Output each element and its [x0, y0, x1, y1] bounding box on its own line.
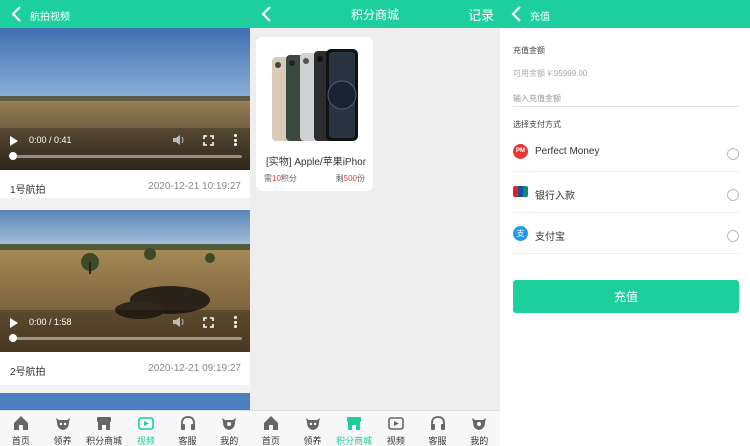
- payment-option-label: 银行入款: [535, 191, 575, 202]
- product-name: [实物] Apple/苹果iPhone 11 Pro: [266, 157, 366, 168]
- video-player[interactable]: 0:00 / 0:41: [0, 28, 250, 170]
- unionpay-icon: [513, 186, 528, 197]
- progress-track[interactable]: [12, 337, 242, 340]
- page-title: 积分商城: [350, 8, 399, 22]
- top-bar: 积分商城 记录: [250, 0, 500, 28]
- radio-button[interactable]: [727, 148, 739, 160]
- video-controls: 0:00 / 1:58: [0, 210, 250, 352]
- points-mall-screen: 积分商城 记录 [实物] Apple/苹果iPhone 11 Pro 需10积分…: [250, 0, 500, 446]
- tab-profile[interactable]: 我的: [208, 411, 250, 446]
- tab-label: 客服: [178, 436, 197, 446]
- tab-home[interactable]: 首页: [0, 411, 42, 446]
- tab-video[interactable]: 视频: [125, 411, 167, 446]
- tab-cow[interactable]: 领养: [42, 411, 84, 446]
- radio-button[interactable]: [727, 230, 739, 242]
- video-player[interactable]: 0:00 / 1:58: [0, 210, 250, 352]
- tab-label: 领养: [303, 436, 322, 446]
- tab-profile[interactable]: 我的: [458, 411, 500, 446]
- tab-store[interactable]: 积分商城: [83, 411, 125, 446]
- tab-store[interactable]: 积分商城: [333, 411, 375, 446]
- video-time: 0:00 / 1:58: [29, 317, 72, 327]
- store-icon: [347, 417, 362, 430]
- top-bar: 航拍视频: [0, 0, 250, 28]
- headset-icon: [430, 416, 445, 430]
- amount-input[interactable]: [513, 90, 739, 107]
- payment-option-bank[interactable]: 银行入款: [513, 173, 739, 213]
- profile-icon: [222, 418, 237, 430]
- tab-label: 积分商城: [336, 436, 373, 446]
- page-title: 航拍视频: [30, 12, 70, 23]
- recharge-screen: 充值 充值金额 可用余额 ¥ 95999.00 选择支付方式 PM Perfec…: [500, 0, 750, 446]
- tab-bar: 首页 领养 积分商城 视频 客服 我的: [0, 410, 250, 446]
- headset-icon: [180, 416, 195, 430]
- tab-label: 首页: [11, 436, 30, 446]
- fullscreen-icon[interactable]: [203, 317, 214, 328]
- product-card[interactable]: [实物] Apple/苹果iPhone 11 Pro 需10积分 剩500份: [256, 37, 373, 191]
- tab-label: 首页: [261, 436, 280, 446]
- more-options-icon[interactable]: [234, 134, 238, 147]
- video-date: 2020-12-21 09:19:27: [148, 363, 241, 374]
- video-card: 0:00 / 0:41 1号航拍 2020-12-21 10:19:27: [0, 28, 250, 198]
- chevron-left-icon: [511, 6, 521, 22]
- tab-video[interactable]: 视频: [375, 411, 417, 446]
- cow-icon: [55, 418, 70, 430]
- payment-method-label: 选择支付方式: [513, 120, 561, 129]
- play-icon[interactable]: [10, 318, 18, 328]
- tab-label: 我的: [470, 436, 489, 446]
- profile-icon: [472, 418, 487, 430]
- payment-option-perfect-money[interactable]: PM Perfect Money: [513, 132, 739, 172]
- home-icon: [13, 416, 28, 430]
- records-button[interactable]: 记录: [468, 5, 494, 24]
- aerial-video-screen: 航拍视频 0:00 / 0:41 1号航拍 2020-12-21 10:19:2…: [0, 0, 250, 446]
- tab-label: 视频: [386, 436, 405, 446]
- play-icon[interactable]: [10, 136, 18, 146]
- video-card: 0:00 / 1:58 2号航拍 2020-12-21 09:19:27: [0, 210, 250, 385]
- tab-headset[interactable]: 客服: [167, 411, 209, 446]
- tab-label: 视频: [136, 436, 155, 446]
- radio-button[interactable]: [727, 189, 739, 201]
- progress-track[interactable]: [12, 155, 242, 158]
- chevron-left-icon: [11, 6, 21, 22]
- video-title: 2号航拍: [10, 367, 46, 378]
- store-icon: [97, 417, 112, 430]
- tab-bar: 首页 领养 积分商城 视频 客服 我的: [250, 410, 500, 446]
- top-bar: 充值: [500, 0, 750, 28]
- fullscreen-icon[interactable]: [203, 135, 214, 146]
- home-icon: [263, 416, 278, 430]
- more-options-icon[interactable]: [234, 316, 238, 329]
- back-button[interactable]: [10, 5, 26, 23]
- video-icon: [138, 417, 154, 430]
- tab-label: 客服: [428, 436, 447, 446]
- amount-label: 充值金额: [513, 46, 545, 55]
- tab-label: 领养: [53, 436, 72, 446]
- volume-icon[interactable]: [172, 134, 186, 146]
- video-icon: [388, 417, 404, 430]
- pm-icon: PM: [513, 144, 528, 159]
- tab-label: 积分商城: [86, 436, 123, 446]
- cow-icon: [305, 418, 320, 430]
- tab-label: 我的: [220, 436, 239, 446]
- video-date: 2020-12-21 10:19:27: [148, 181, 241, 192]
- balance-text: 可用余额 ¥ 95999.00: [513, 69, 588, 78]
- tab-headset[interactable]: 客服: [417, 411, 459, 446]
- video-time: 0:00 / 0:41: [29, 135, 72, 145]
- volume-icon[interactable]: [172, 316, 186, 328]
- payment-option-label: Perfect Money: [535, 146, 600, 157]
- video-title: 1号航拍: [10, 185, 46, 196]
- page-title: 充值: [530, 12, 550, 23]
- tab-cow[interactable]: 领养: [292, 411, 334, 446]
- progress-knob[interactable]: [9, 334, 17, 342]
- video-controls: 0:00 / 0:41: [0, 28, 250, 170]
- payment-option-alipay[interactable]: 支 支付宝: [513, 214, 739, 254]
- progress-knob[interactable]: [9, 152, 17, 160]
- alipay-icon: 支: [513, 226, 528, 241]
- product-price: 需10积分: [264, 174, 297, 183]
- recharge-submit-button[interactable]: 充值: [513, 280, 739, 313]
- tab-home[interactable]: 首页: [250, 411, 292, 446]
- back-button[interactable]: [510, 5, 526, 23]
- payment-option-label: 支付宝: [535, 232, 565, 243]
- product-stock: 剩500份: [335, 174, 365, 183]
- product-image: [272, 49, 358, 141]
